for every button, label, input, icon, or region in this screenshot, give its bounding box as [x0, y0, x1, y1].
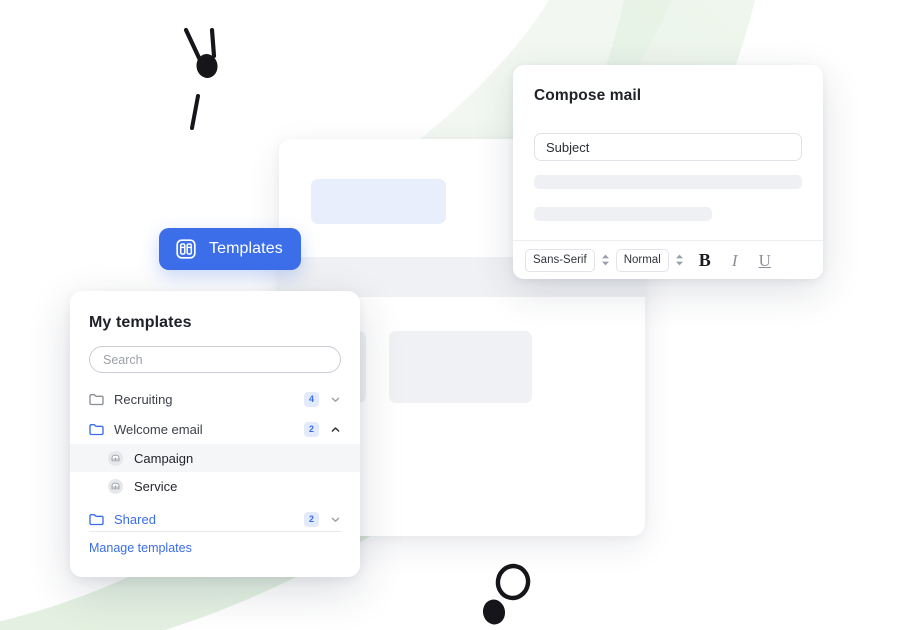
folder-label: Welcome email [114, 421, 203, 437]
circle-outline-doodle [495, 563, 531, 601]
folder-icon [89, 513, 104, 526]
folder-list: Recruiting 4 Welcome email 2 Campaign Se… [70, 384, 360, 534]
folder-row-recruiting[interactable]: Recruiting 4 [70, 384, 360, 414]
compose-mail-card: Compose mail Sans-Serif Normal B I U [513, 65, 823, 279]
compose-body-placeholder-line-1 [534, 175, 802, 189]
font-size-select[interactable]: Normal [615, 248, 669, 272]
folder-icon [89, 393, 104, 406]
template-item-campaign[interactable]: Campaign [70, 444, 360, 472]
filled-dot-doodle [482, 599, 506, 625]
compose-mail-title: Compose mail [534, 87, 642, 104]
compose-body-placeholder-line-2 [534, 207, 712, 221]
exclamation-doodle [183, 27, 218, 130]
manage-templates-link[interactable]: Manage templates [89, 541, 192, 555]
bold-button[interactable]: B [690, 251, 720, 269]
screen: Templates Compose mail Sans-Serif Normal… [0, 0, 900, 630]
folder-label: Recruiting [114, 391, 173, 407]
folder-icon [89, 423, 104, 436]
chevron-down-icon[interactable] [330, 514, 341, 525]
templates-button[interactable]: Templates [159, 228, 301, 270]
italic-button[interactable]: I [720, 252, 750, 269]
placeholder-highlight-block [311, 179, 446, 224]
mail-template-icon [108, 450, 123, 466]
subject-input[interactable] [534, 133, 802, 161]
folder-count-badge: 2 [304, 511, 319, 527]
mail-template-icon [108, 478, 123, 494]
folder-row-welcome-email[interactable]: Welcome email 2 [70, 414, 360, 444]
font-family-value: Sans-Serif [533, 254, 587, 266]
font-family-stepper[interactable] [599, 254, 613, 266]
templates-grid-icon [175, 238, 197, 260]
font-size-value: Normal [623, 254, 661, 266]
template-item-label: Campaign [134, 450, 194, 466]
folder-row-shared[interactable]: Shared 2 [70, 504, 360, 534]
font-family-select[interactable]: Sans-Serif [525, 248, 595, 272]
template-item-label: Service [134, 478, 178, 494]
template-item-service[interactable]: Service [70, 472, 360, 500]
folder-count-badge: 2 [304, 421, 319, 437]
underline-button[interactable]: U [750, 252, 780, 269]
font-size-stepper[interactable] [673, 254, 687, 266]
placeholder-row-right [389, 331, 532, 403]
templates-button-label: Templates [209, 240, 283, 257]
chevron-down-icon[interactable] [330, 394, 341, 405]
folder-count-badge: 4 [304, 391, 319, 407]
circle-dot-doodle [482, 563, 531, 625]
panel-divider [89, 531, 341, 532]
folder-label: Shared [114, 511, 156, 527]
my-templates-panel: My templates Recruiting 4 [70, 291, 360, 577]
compose-toolbar: Sans-Serif Normal B I U [513, 240, 823, 279]
chevron-up-icon[interactable] [330, 424, 341, 435]
search-input[interactable] [89, 346, 341, 373]
panel-title: My templates [89, 314, 192, 331]
